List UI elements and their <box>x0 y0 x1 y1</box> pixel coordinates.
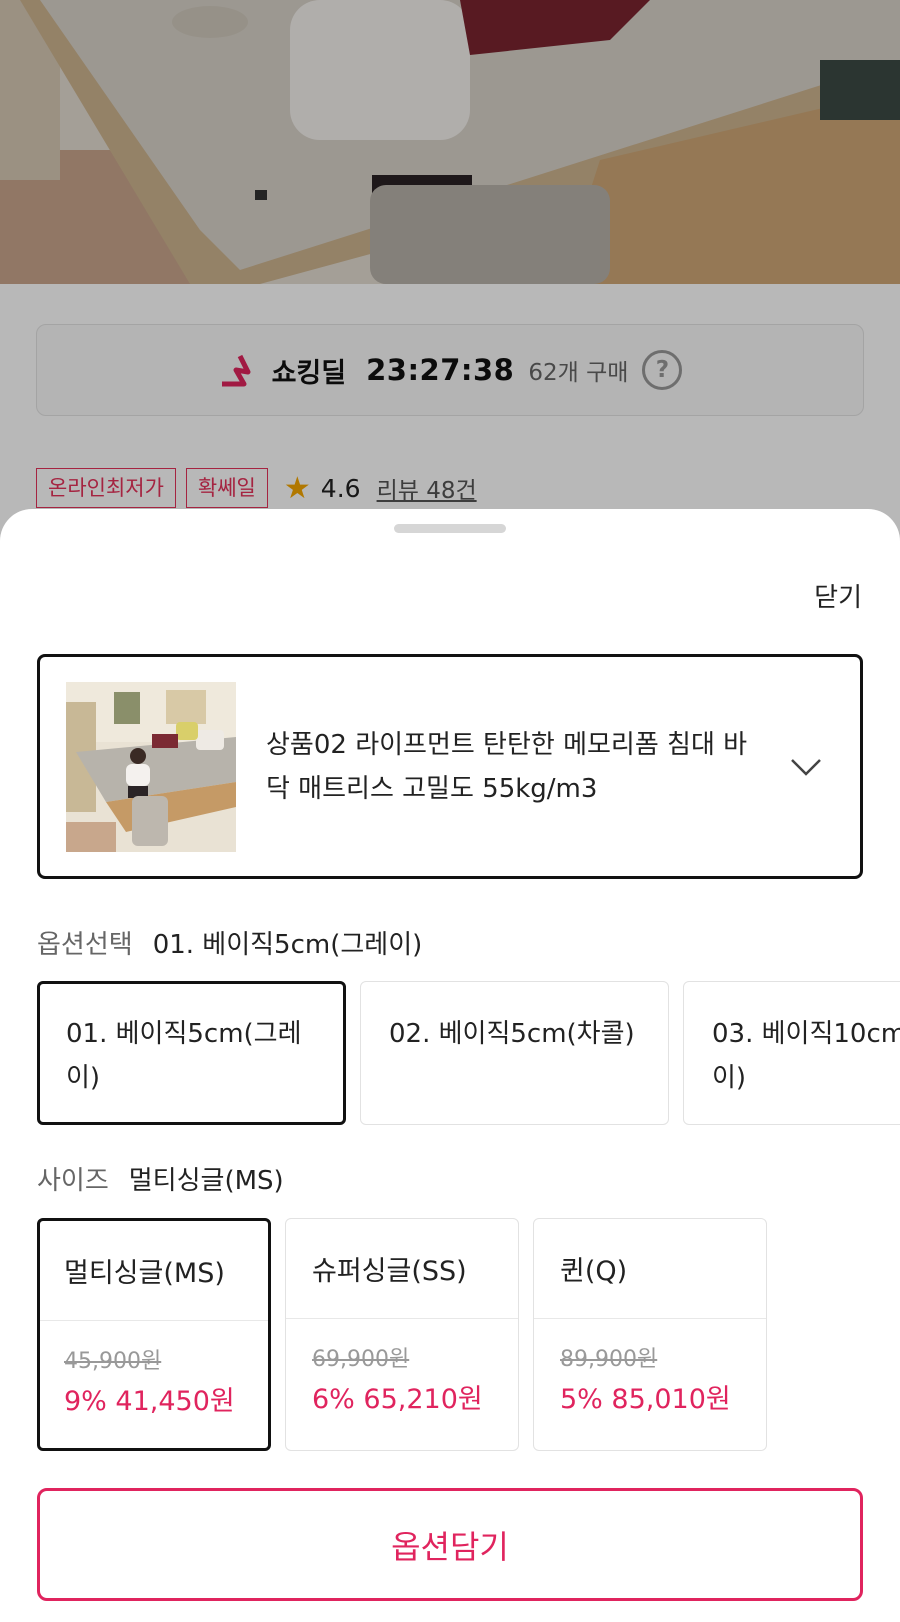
product-title: 상품02 라이프먼트 탄탄한 메모리폼 침대 바닥 매트리스 고밀도 55kg/… <box>266 729 748 804</box>
product-selector[interactable]: 상품02 라이프먼트 탄탄한 메모리폼 침대 바닥 매트리스 고밀도 55kg/… <box>37 654 863 879</box>
size-card-q[interactable]: 퀸(Q) 89,900원 5% 85,010원 <box>533 1218 767 1451</box>
sale-price: 9% 41,450원 <box>64 1386 235 1417</box>
size-name: 슈퍼싱글(SS) <box>286 1219 518 1319</box>
option-label-row: 옵션선택 01. 베이직5cm(그레이) <box>37 924 422 961</box>
original-price: 69,900원 <box>312 1347 410 1372</box>
size-card-list: 멀티싱글(MS) 45,900원 9% 41,450원 슈퍼싱글(SS) 69,… <box>37 1218 767 1451</box>
close-button[interactable]: 닫기 <box>814 577 862 614</box>
option-card-3[interactable]: 03. 베이직10cm(그레이) <box>683 981 900 1125</box>
add-option-button[interactable]: 옵션담기 <box>37 1488 863 1601</box>
sheet-drag-handle[interactable] <box>394 524 506 533</box>
size-name: 멀티싱글(MS) <box>40 1221 268 1321</box>
option-bottom-sheet: 닫기 상품02 라이프먼트 탄탄한 메모리폼 침대 바닥 매트리스 고밀도 55… <box>0 509 900 1622</box>
option-card-1[interactable]: 01. 베이직5cm(그레이) <box>37 981 346 1125</box>
chevron-down-icon[interactable] <box>788 749 824 785</box>
original-price: 45,900원 <box>64 1349 162 1374</box>
sale-price: 6% 65,210원 <box>312 1384 483 1415</box>
size-selected-value: 멀티싱글(MS) <box>128 1166 284 1196</box>
option-card-2[interactable]: 02. 베이직5cm(차콜) <box>360 981 669 1125</box>
size-label-row: 사이즈 멀티싱글(MS) <box>37 1160 284 1197</box>
product-thumbnail <box>66 681 236 852</box>
sale-price: 5% 85,010원 <box>560 1384 731 1415</box>
size-name: 퀸(Q) <box>534 1219 766 1319</box>
original-price: 89,900원 <box>560 1347 658 1372</box>
option-selected-value: 01. 베이직5cm(그레이) <box>152 930 423 960</box>
size-card-ss[interactable]: 슈퍼싱글(SS) 69,900원 6% 65,210원 <box>285 1218 519 1451</box>
option-label: 옵션선택 <box>37 930 133 960</box>
size-label: 사이즈 <box>37 1166 109 1196</box>
option-card-list: 01. 베이직5cm(그레이) 02. 베이직5cm(차콜) 03. 베이직10… <box>37 981 900 1125</box>
size-card-ms[interactable]: 멀티싱글(MS) 45,900원 9% 41,450원 <box>37 1218 271 1451</box>
